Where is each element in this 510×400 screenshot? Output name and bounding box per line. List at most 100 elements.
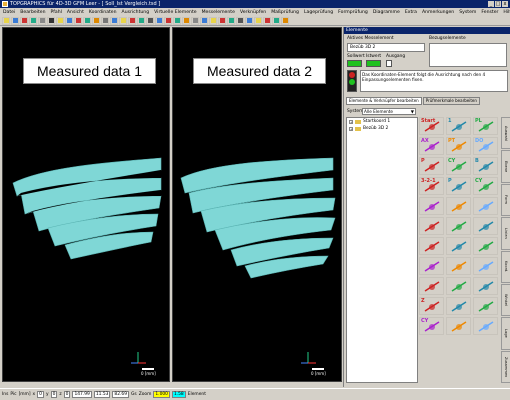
toolbar-button[interactable] xyxy=(38,16,46,25)
element-tool-button[interactable]: Start xyxy=(419,117,444,135)
toolbar-button[interactable] xyxy=(128,16,136,25)
element-tool-button[interactable] xyxy=(473,297,498,315)
menu-item[interactable]: Extra xyxy=(405,10,417,15)
status-checkbox[interactable] xyxy=(386,60,392,67)
menu-item[interactable]: Hilfe xyxy=(503,10,510,15)
toolbar-button[interactable] xyxy=(182,16,190,25)
menu-item[interactable]: Diagramme xyxy=(373,10,400,15)
toolbar-button[interactable] xyxy=(101,16,109,25)
toolbar-button[interactable] xyxy=(173,16,181,25)
element-tool-button[interactable]: 3-2-1 xyxy=(419,177,444,195)
menu-item[interactable]: Ausrichtung xyxy=(122,10,150,15)
toolbar-button[interactable] xyxy=(245,16,253,25)
menu-item[interactable]: Maßprüfung xyxy=(271,10,299,15)
element-tool-button[interactable]: 1 xyxy=(446,117,471,135)
system-select[interactable]: Alle Elemente ▼ xyxy=(362,108,416,115)
vertical-tab[interactable]: Zusammen xyxy=(501,350,510,383)
minimize-button[interactable]: _ xyxy=(488,1,494,7)
toolbar-button[interactable] xyxy=(47,16,55,25)
toolbar-button[interactable] xyxy=(11,16,19,25)
element-tool-button[interactable] xyxy=(473,317,498,335)
element-tool-button[interactable] xyxy=(473,277,498,295)
element-tool-button[interactable] xyxy=(419,277,444,295)
tree-item[interactable]: + Bezüb 3D 2 xyxy=(347,125,417,132)
toolbar-button[interactable] xyxy=(29,16,37,25)
toolbar-button[interactable] xyxy=(218,16,226,25)
element-tool-button[interactable]: CY xyxy=(419,317,444,335)
status-value[interactable]: 0 xyxy=(37,391,44,398)
menu-item[interactable]: Datei xyxy=(3,10,15,15)
vertical-tab[interactable]: Winkel xyxy=(501,283,510,317)
vertical-tab[interactable]: Form xyxy=(501,183,510,217)
toolbar-button[interactable] xyxy=(74,16,82,25)
status-value[interactable]: 82.69 xyxy=(112,391,129,398)
menu-item[interactable]: System xyxy=(459,10,476,15)
viewport-2[interactable]: Measured data 2 0 [mm] xyxy=(172,27,342,382)
vertical-tab[interactable]: Auswahl xyxy=(501,117,510,150)
status-value[interactable]: 1.58 xyxy=(171,391,186,398)
toolbar-button[interactable] xyxy=(164,16,172,25)
toolbar-button[interactable] xyxy=(110,16,118,25)
element-tool-button[interactable] xyxy=(446,297,471,315)
element-tool-button[interactable]: PL xyxy=(473,117,498,135)
element-tool-button[interactable] xyxy=(446,257,471,275)
element-tool-button[interactable]: P xyxy=(446,177,471,195)
menu-item[interactable]: Lageprüfung xyxy=(304,10,333,15)
toolbar-button[interactable] xyxy=(56,16,64,25)
element-tool-button[interactable] xyxy=(419,257,444,275)
vertical-tab[interactable]: Lage xyxy=(501,317,510,350)
status-value[interactable]: 0 xyxy=(50,391,58,398)
toolbar-button[interactable] xyxy=(137,16,145,25)
element-tool-button[interactable] xyxy=(446,317,471,335)
element-tool-button[interactable]: Z xyxy=(419,297,444,315)
element-tool-button[interactable] xyxy=(473,237,498,255)
toolbar-button[interactable] xyxy=(20,16,28,25)
element-tool-button[interactable] xyxy=(446,277,471,295)
toolbar-button[interactable] xyxy=(191,16,199,25)
active-element-field[interactable]: Bezüb 3D 2 xyxy=(347,43,425,52)
toolbar-button[interactable] xyxy=(65,16,73,25)
toolbar-button[interactable] xyxy=(272,16,280,25)
menu-item[interactable]: Fenster xyxy=(481,10,498,15)
menu-item[interactable]: Virtuelle Elemente xyxy=(154,10,196,15)
element-tool-button[interactable] xyxy=(419,237,444,255)
tab-edit-elements[interactable]: Elemente & Verknüpfer bearbeiten xyxy=(346,97,422,105)
vertical-tab[interactable]: Linien xyxy=(501,217,510,250)
toolbar-button[interactable] xyxy=(281,16,289,25)
toolbar-button[interactable] xyxy=(2,16,10,25)
toolbar-button[interactable] xyxy=(146,16,154,25)
element-tool-button[interactable] xyxy=(473,197,498,215)
toolbar-button[interactable] xyxy=(227,16,235,25)
toolbar-button[interactable] xyxy=(236,16,244,25)
toolbar-button[interactable] xyxy=(209,16,217,25)
element-tree[interactable]: + Startkoord 1 + Bezüb 3D 2 xyxy=(346,117,418,383)
element-tool-button[interactable]: B xyxy=(473,157,498,175)
element-tool-button[interactable]: CY xyxy=(446,157,471,175)
element-tool-button[interactable] xyxy=(473,257,498,275)
toolbar-button[interactable] xyxy=(155,16,163,25)
toolbar-button[interactable] xyxy=(263,16,271,25)
element-tool-button[interactable]: PT xyxy=(446,137,471,155)
toolbar-button[interactable] xyxy=(92,16,100,25)
maximize-button[interactable]: □ xyxy=(495,1,501,7)
vertical-tab[interactable]: Koord. xyxy=(501,250,510,283)
tree-item[interactable]: + Startkoord 1 xyxy=(347,118,417,125)
element-tool-button[interactable]: P xyxy=(419,157,444,175)
element-tool-button[interactable]: DO xyxy=(473,137,498,155)
tab-edit-features[interactable]: Prüfmerkmale bearbeiten xyxy=(422,97,480,105)
viewport-1[interactable]: Measured data 1 0 [mm] xyxy=(2,27,170,382)
close-button[interactable]: x xyxy=(502,1,508,7)
element-tool-button[interactable] xyxy=(419,217,444,235)
element-tool-button[interactable]: CY xyxy=(473,177,498,195)
menu-item[interactable]: Koordinaten xyxy=(89,10,117,15)
expand-icon[interactable]: + xyxy=(349,119,353,124)
reference-list[interactable] xyxy=(429,43,507,67)
status-value[interactable]: 0 xyxy=(63,391,71,398)
element-tool-button[interactable] xyxy=(446,237,471,255)
status-value[interactable]: 1.000 xyxy=(153,391,170,398)
status-value[interactable]: 147.99 xyxy=(72,391,92,398)
element-tool-button[interactable] xyxy=(473,217,498,235)
element-tool-button[interactable] xyxy=(419,197,444,215)
menu-item[interactable]: Formprüfung xyxy=(338,10,368,15)
menu-item[interactable]: Messelemente xyxy=(202,10,235,15)
